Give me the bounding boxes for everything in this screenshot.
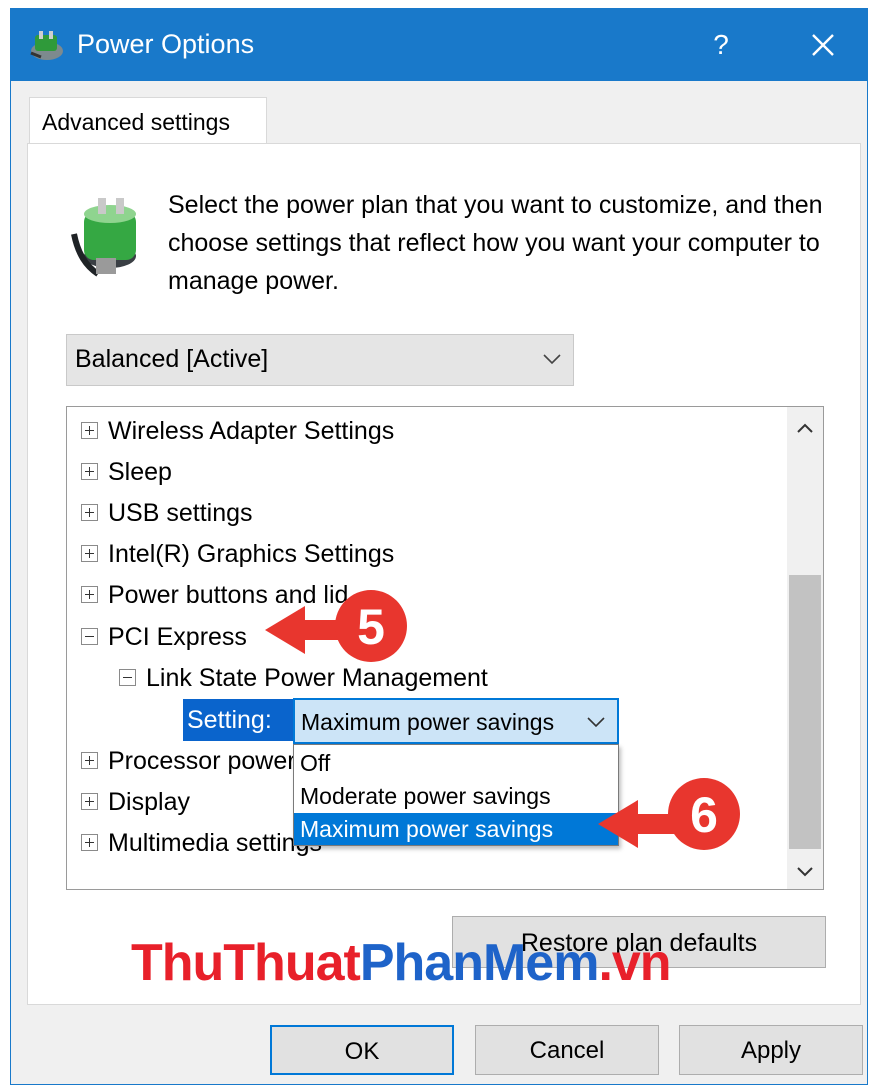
expand-icon[interactable]	[81, 544, 98, 562]
expand-icon[interactable]	[81, 792, 98, 810]
scroll-thumb[interactable]	[789, 575, 821, 849]
tree-item-display[interactable]: Display	[81, 788, 190, 817]
step-6-callout: 6	[598, 778, 740, 850]
title-bar[interactable]: Power Options ?	[11, 9, 867, 81]
setting-label: Setting:	[183, 699, 295, 741]
power-options-window: Power Options ? Advanced settings Select…	[10, 8, 868, 1085]
setting-dropdown-list[interactable]: Off Moderate power savings Maximum power…	[293, 744, 619, 846]
scroll-up-icon[interactable]	[795, 421, 815, 435]
expand-icon[interactable]	[81, 503, 98, 521]
ok-button[interactable]: OK	[270, 1025, 454, 1075]
battery-plug-icon	[71, 198, 136, 277]
tree-item-intel-graphics[interactable]: Intel(R) Graphics Settings	[81, 540, 394, 569]
tab-advanced-settings[interactable]: Advanced settings	[29, 97, 267, 145]
tree-item-pci-express[interactable]: PCI Express	[81, 623, 247, 652]
option-moderate[interactable]: Moderate power savings	[294, 780, 618, 812]
collapse-icon[interactable]	[81, 627, 98, 645]
tree-item-wireless-adapter[interactable]: Wireless Adapter Settings	[81, 417, 394, 446]
tree-item-usb-settings[interactable]: USB settings	[81, 499, 253, 528]
tree-scrollbar[interactable]	[787, 407, 823, 889]
step-5-callout: 5	[265, 590, 407, 662]
description-text: Select the power plan that you want to c…	[168, 191, 823, 295]
setting-value: Maximum power savings	[301, 709, 555, 735]
window-title: Power Options	[77, 29, 255, 59]
tree-item-sleep[interactable]: Sleep	[81, 458, 172, 487]
expand-icon[interactable]	[81, 751, 98, 769]
step-6-number: 6	[690, 787, 718, 843]
setting-select[interactable]: Maximum power savings	[293, 698, 619, 744]
step-5-number: 5	[357, 599, 385, 655]
collapse-icon[interactable]	[119, 668, 136, 686]
power-plan-select[interactable]: Balanced [Active]	[66, 334, 574, 386]
chevron-down-icon	[587, 717, 605, 728]
tree-item-link-state[interactable]: Link State Power Management	[119, 664, 488, 693]
option-maximum[interactable]: Maximum power savings	[294, 813, 618, 845]
power-plan-value: Balanced [Active]	[75, 345, 269, 373]
apply-button[interactable]: Apply	[679, 1025, 863, 1075]
expand-icon[interactable]	[81, 462, 98, 480]
option-off[interactable]: Off	[294, 747, 618, 779]
watermark: ThuThuatPhanMem.vn	[131, 934, 672, 992]
scroll-down-icon[interactable]	[795, 865, 815, 879]
expand-icon[interactable]	[81, 833, 98, 851]
power-plug-icon	[30, 31, 63, 60]
cancel-button[interactable]: Cancel	[475, 1025, 659, 1075]
chevron-down-icon	[543, 354, 561, 365]
tree-item-multimedia[interactable]: Multimedia settings	[81, 829, 322, 858]
expand-icon[interactable]	[81, 421, 98, 439]
advanced-settings-panel: Select the power plan that you want to c…	[27, 143, 861, 1005]
expand-icon[interactable]	[81, 585, 98, 603]
help-button[interactable]: ?	[701, 23, 741, 67]
close-icon[interactable]	[801, 23, 845, 67]
